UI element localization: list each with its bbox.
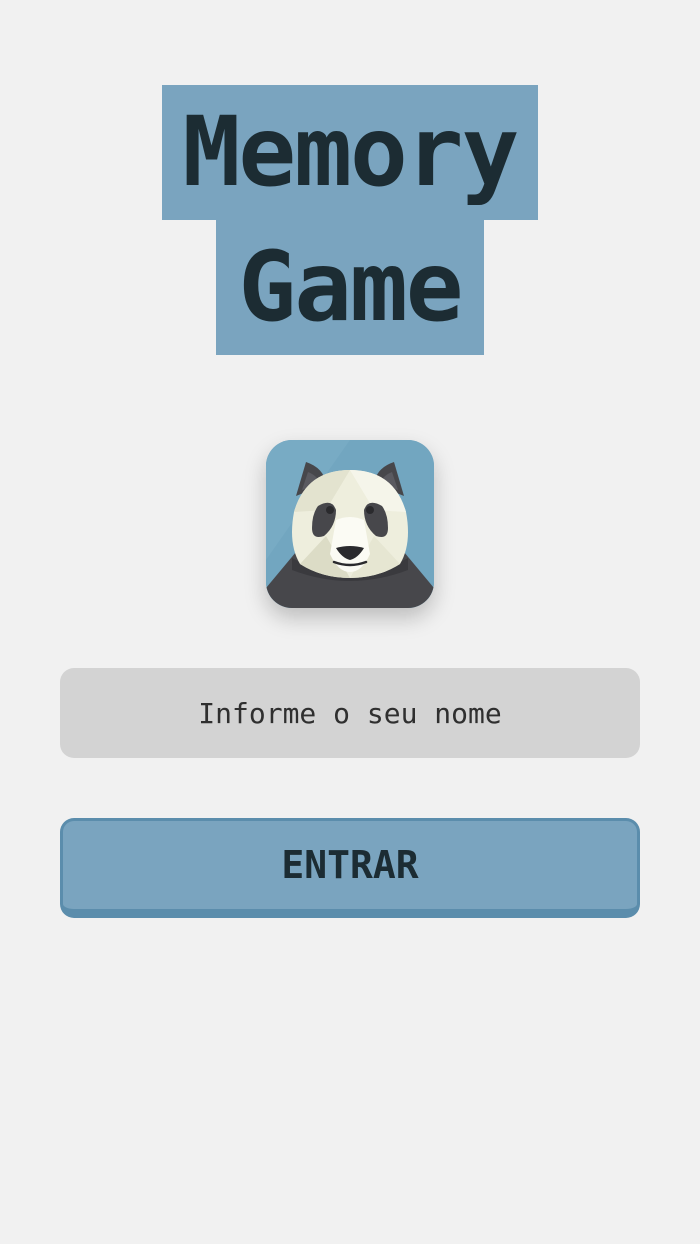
game-title-line-2: Game (216, 220, 484, 355)
panda-logo (266, 440, 434, 608)
name-input[interactable] (60, 668, 640, 758)
enter-button[interactable]: ENTRAR (60, 818, 640, 918)
panda-icon (266, 440, 434, 608)
game-title-line-1: Memory (162, 85, 538, 220)
